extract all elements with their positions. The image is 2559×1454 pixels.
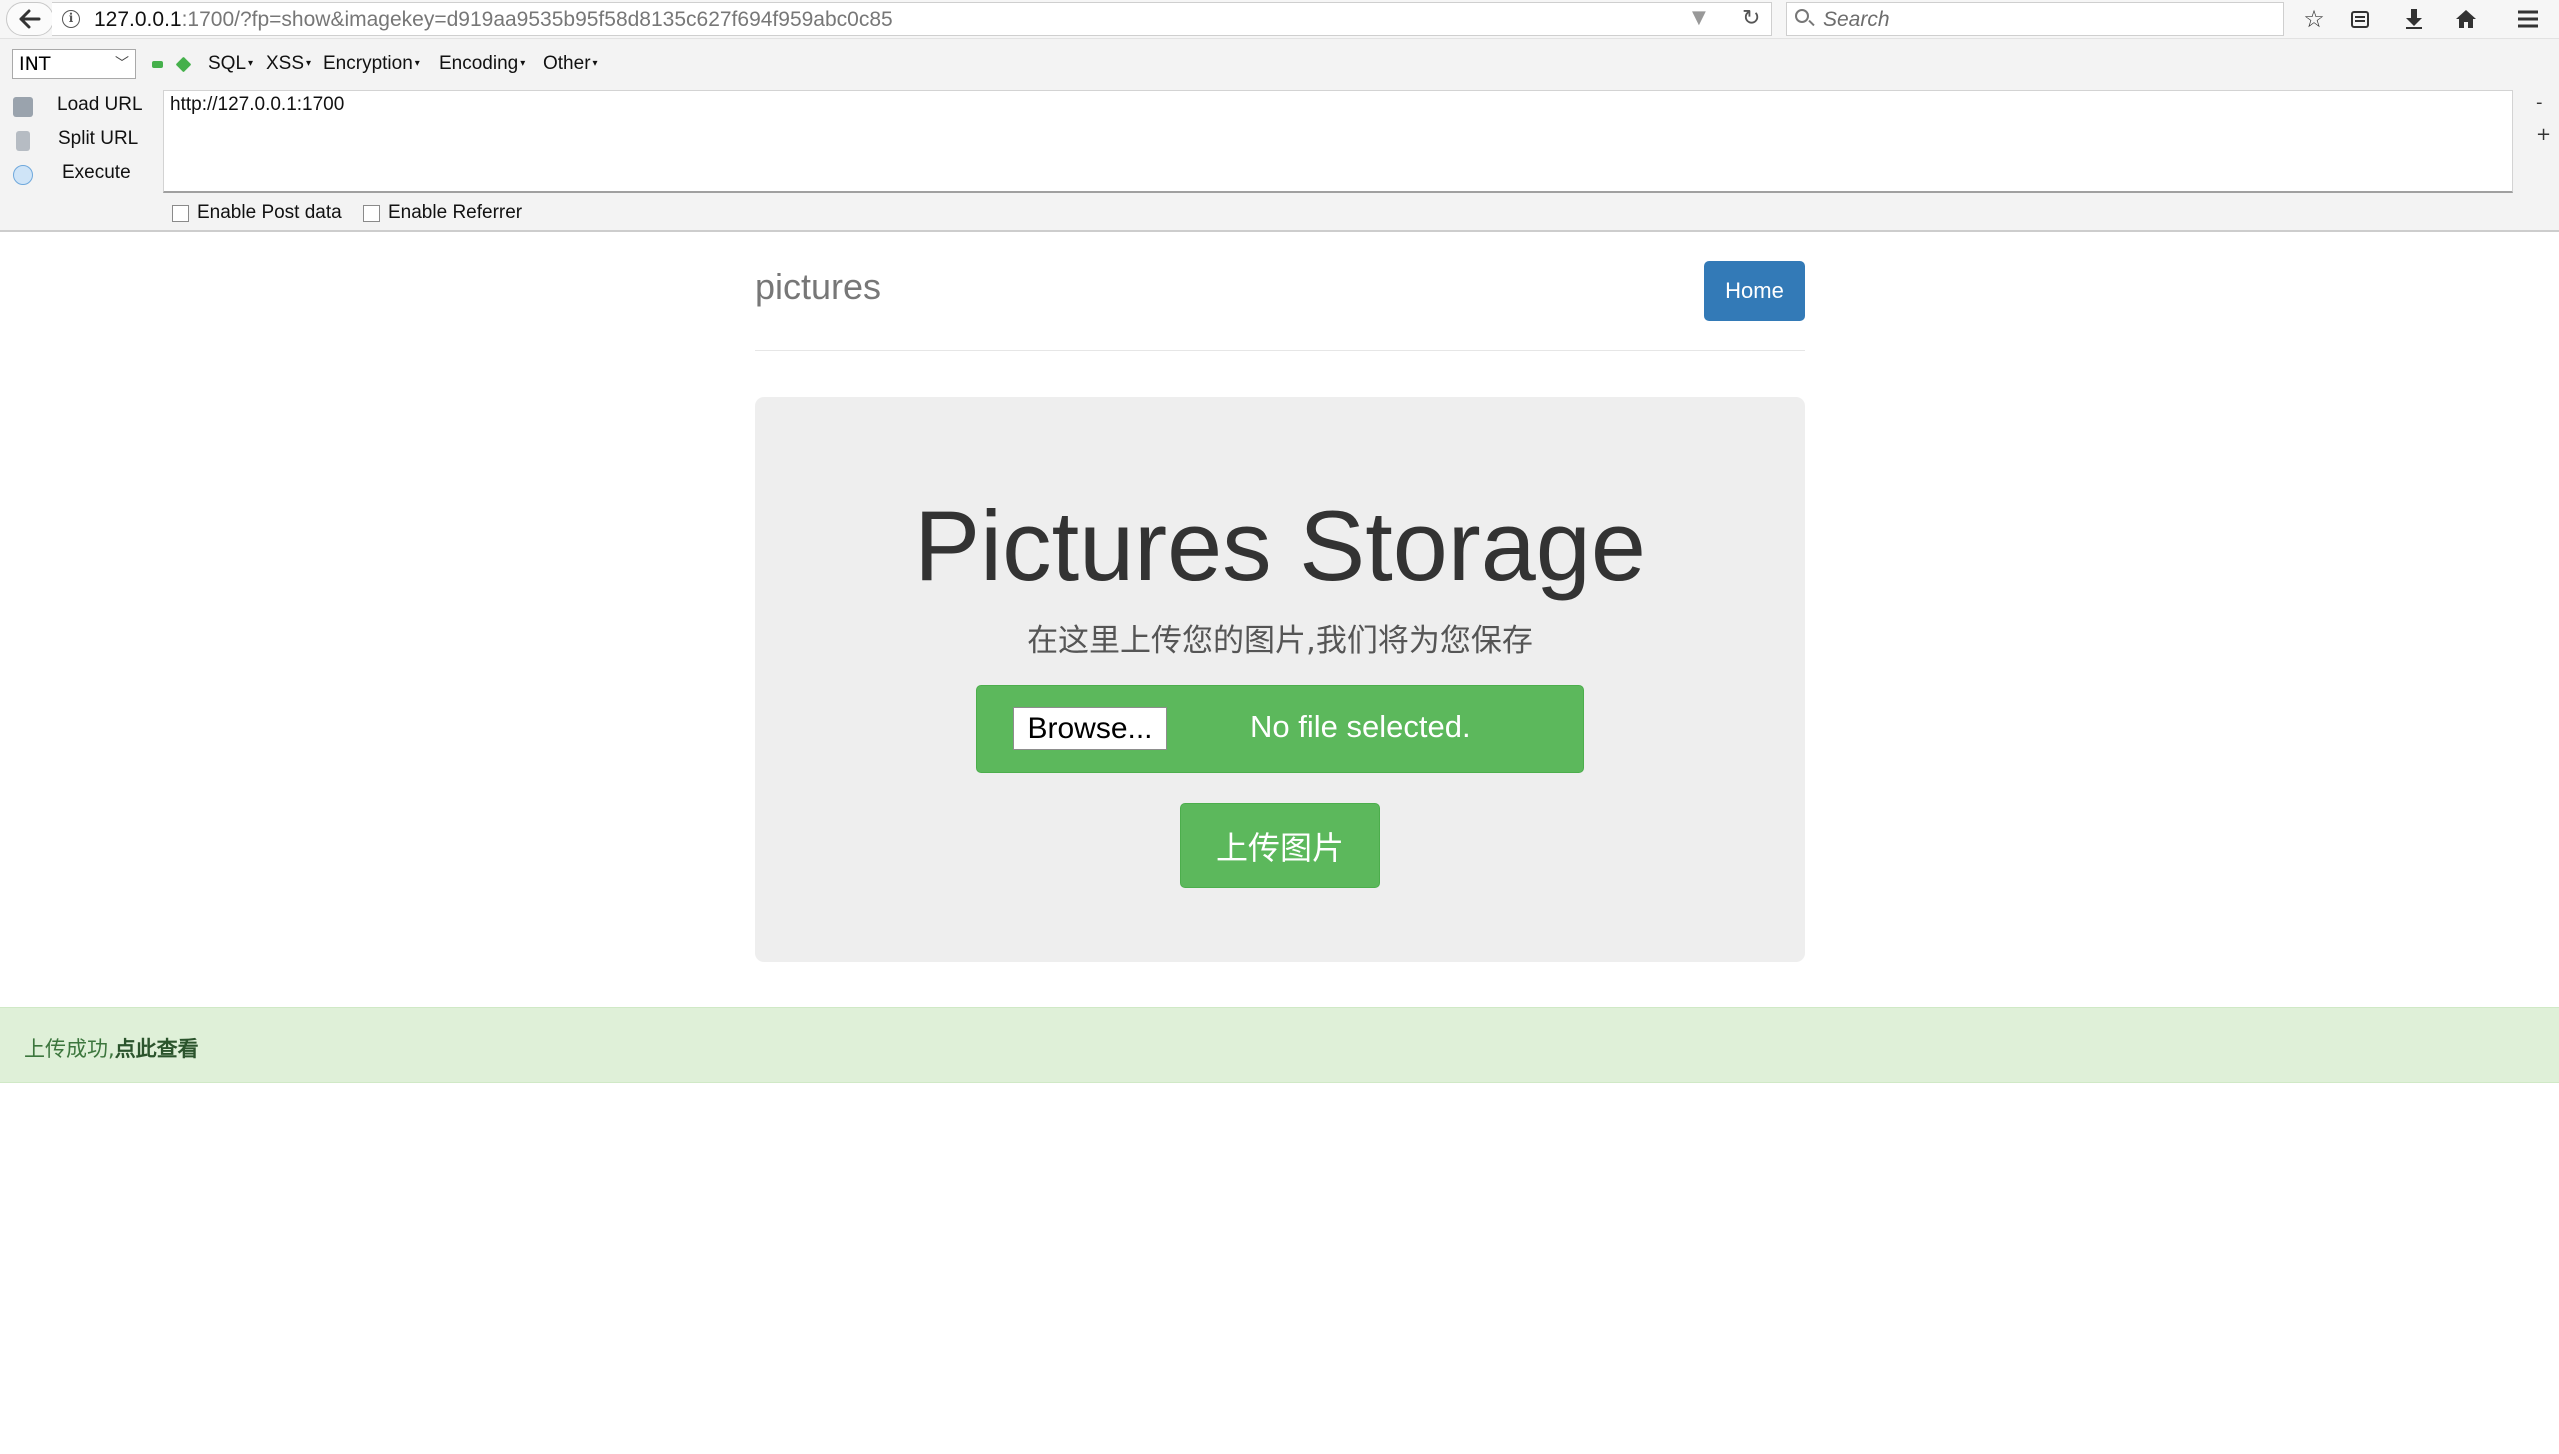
hackbar-toolbar: INT ﹀ SQL ▾ XSS ▾ Encryption ▾ Encoding ▾ Ot… [0,39,2559,91]
menu-sql[interactable]: SQL ▾ [208,53,253,75]
page-subtitle: 在这里上传您的图片,我们将为您保存 [1027,623,1533,659]
url-dropdown-icon[interactable]: ▼ [1692,7,1706,28]
execute-play-icon [13,165,33,185]
split-url-button[interactable]: Split URL [0,124,160,156]
search-bar[interactable]: Search [1786,2,2284,36]
menu-encryption[interactable]: Encryption ▾ [323,53,420,75]
browser-navbar: i 127.0.0.1:1700/?fp=show&imagekey=d919a… [0,0,2559,39]
site-brand[interactable]: pictures [755,266,881,308]
url-bar[interactable]: i 127.0.0.1:1700/?fp=show&imagekey=d919a… [52,2,1772,36]
back-arrow-icon [19,9,41,29]
increase-dot-icon[interactable] [175,56,192,73]
search-placeholder: Search [1823,8,1890,31]
hackbar-panel: Load URL Split URL Execute http://127.0.… [0,90,2559,232]
menu-encoding[interactable]: Encoding ▾ [439,53,525,75]
home-button[interactable]: Home [1704,261,1805,321]
menu-xss[interactable]: XSS ▾ [266,53,311,75]
search-icon [1795,9,1809,23]
load-url-icon [13,97,33,117]
checkbox-box[interactable] [363,204,380,222]
site-info-icon[interactable]: i [62,10,80,28]
file-status-text: No file selected. [1250,709,1471,744]
download-icon[interactable] [2398,4,2430,34]
browse-button[interactable]: Browse... [1013,707,1167,750]
execute-button[interactable]: Execute [0,158,160,190]
view-link[interactable]: 点此查看 [115,1037,199,1061]
header-divider [755,350,1805,351]
menu-hamburger-icon[interactable] [2512,4,2544,34]
page-title: Pictures Storage [914,490,1646,601]
reading-list-icon[interactable] [2344,4,2376,34]
menu-other[interactable]: Other ▾ [543,53,598,75]
int-select[interactable]: INT ﹀ [12,49,136,79]
expand-button[interactable]: + [2536,124,2551,145]
bookmark-star-icon[interactable]: ☆ [2298,4,2330,34]
enable-referrer-checkbox[interactable]: Enable Referrer [363,202,522,224]
home-icon[interactable] [2450,4,2482,34]
decrease-dot-icon[interactable] [152,61,163,68]
checkbox-box[interactable] [172,204,189,222]
upload-button[interactable]: 上传图片 [1180,803,1380,888]
split-url-icon [16,131,30,151]
alert-message: 上传成功,点此查看 [24,1037,199,1061]
load-url-button[interactable]: Load URL [0,90,160,122]
int-select-value: INT [19,53,51,75]
shrink-button[interactable]: - [2536,92,2543,113]
file-input[interactable]: Browse... No file selected. [976,685,1584,773]
back-button[interactable] [6,2,54,36]
reload-icon[interactable]: ↻ [1742,6,1760,31]
hackbar-url-field[interactable]: http://127.0.0.1:1700 [163,90,2513,193]
upload-panel: Pictures Storage 在这里上传您的图片,我们将为您保存 Brows… [755,397,1805,962]
success-alert: 上传成功,点此查看 [0,1007,2559,1083]
url-text[interactable]: 127.0.0.1:1700/?fp=show&imagekey=d919aa9… [94,8,893,32]
enable-post-checkbox[interactable]: Enable Post data [172,202,342,224]
chevron-down-icon: ﹀ [115,56,129,72]
